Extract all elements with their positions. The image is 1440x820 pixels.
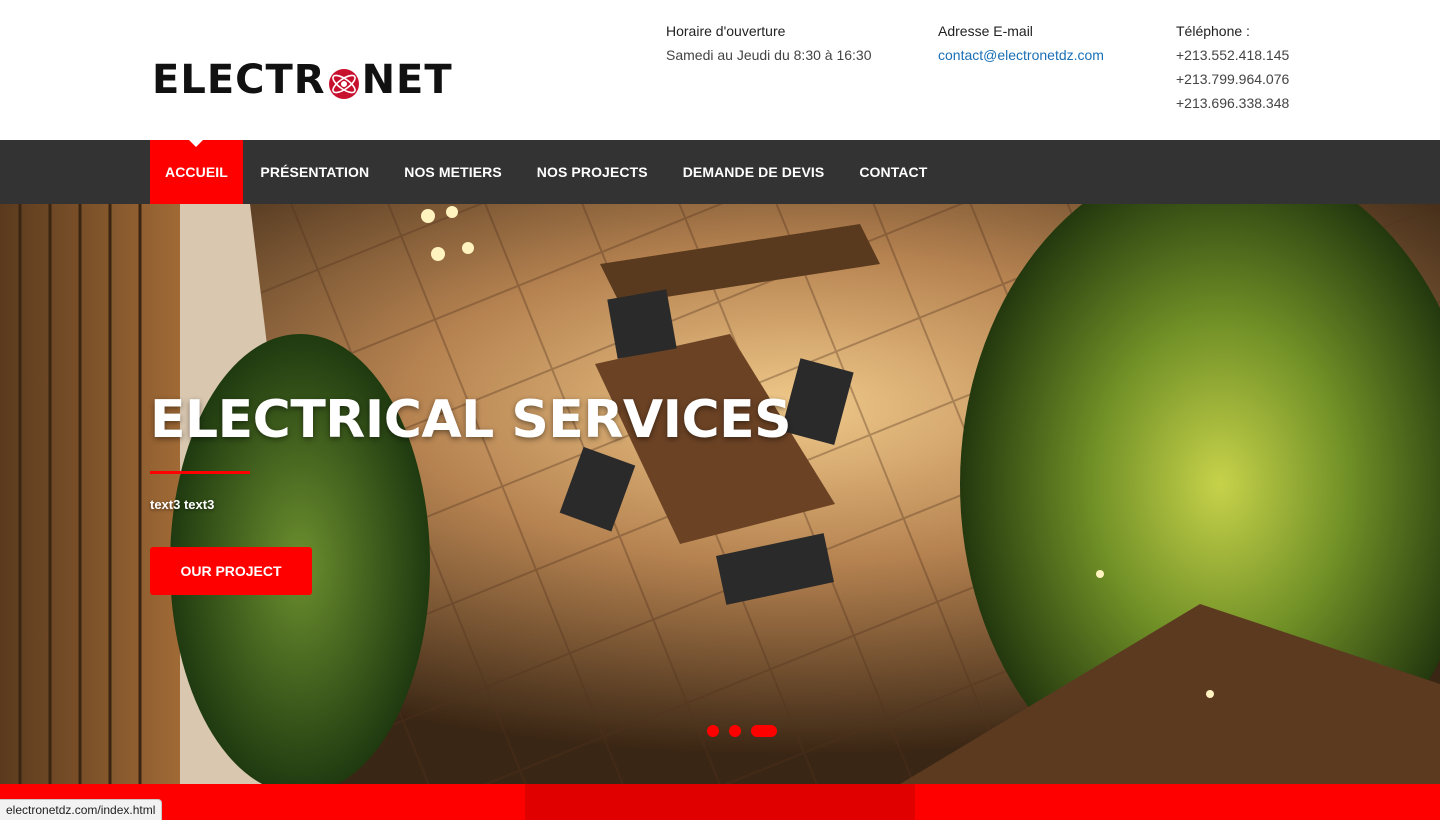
nav-item-nos-metiers[interactable]: NOS METIERS — [387, 140, 520, 204]
atom-logo-icon — [327, 64, 361, 99]
logo[interactable]: ELECTR NET — [152, 56, 452, 104]
nav-item-nos-projects[interactable]: NOS PROJECTS — [519, 140, 665, 204]
slider-pagination — [707, 725, 777, 737]
hero-subtitle: text3 text3 — [150, 497, 215, 512]
opening-hours-value: Samedi au Jeudi du 8:30 à 16:30 — [666, 47, 872, 63]
features-strip-highlight — [525, 784, 915, 820]
nav-item-contact[interactable]: CONTACT — [842, 140, 945, 204]
site-header: ELECTR NET Horaire d'ouverture Samedi au… — [0, 0, 1440, 140]
hero-slider: ELECTRICAL SERVICES text3 text3 OUR PROJ… — [0, 204, 1440, 784]
logo-text-right: NET — [361, 57, 453, 103]
phone-number: +213.552.418.145 — [1176, 47, 1290, 63]
slider-dot[interactable] — [707, 725, 719, 737]
slider-dot[interactable] — [729, 725, 741, 737]
phone-info: Téléphone : +213.552.418.145 +213.799.96… — [1176, 19, 1289, 115]
status-bar-url: electronetdz.com/index.html — [0, 799, 163, 820]
email-info: Adresse E-mail contact@electronetdz.com — [938, 19, 1104, 67]
phone-number: +213.799.964.076 — [1176, 71, 1290, 87]
our-project-button[interactable]: OUR PROJECT — [150, 547, 312, 595]
main-nav: ACCUEIL PRÉSENTATION NOS METIERS NOS PRO… — [0, 140, 1440, 204]
nav-item-presentation[interactable]: PRÉSENTATION — [243, 140, 387, 204]
features-strip — [0, 784, 1440, 820]
hero-divider — [150, 471, 250, 474]
nav-item-demande-de-devis[interactable]: DEMANDE DE DEVIS — [665, 140, 842, 204]
nav-item-accueil[interactable]: ACCUEIL — [150, 140, 243, 204]
phone-title: Téléphone : — [1176, 23, 1250, 39]
opening-hours-title: Horaire d'ouverture — [666, 23, 786, 39]
phone-number: +213.696.338.348 — [1176, 95, 1290, 111]
email-title: Adresse E-mail — [938, 23, 1033, 39]
opening-hours: Horaire d'ouverture Samedi au Jeudi du 8… — [666, 19, 872, 67]
logo-text-left: ELECTR — [152, 57, 326, 103]
email-link[interactable]: contact@electronetdz.com — [938, 47, 1104, 63]
hero-title: ELECTRICAL SERVICES — [150, 390, 792, 450]
slider-dot-active[interactable] — [751, 725, 777, 737]
hero-background-image — [0, 204, 1440, 784]
